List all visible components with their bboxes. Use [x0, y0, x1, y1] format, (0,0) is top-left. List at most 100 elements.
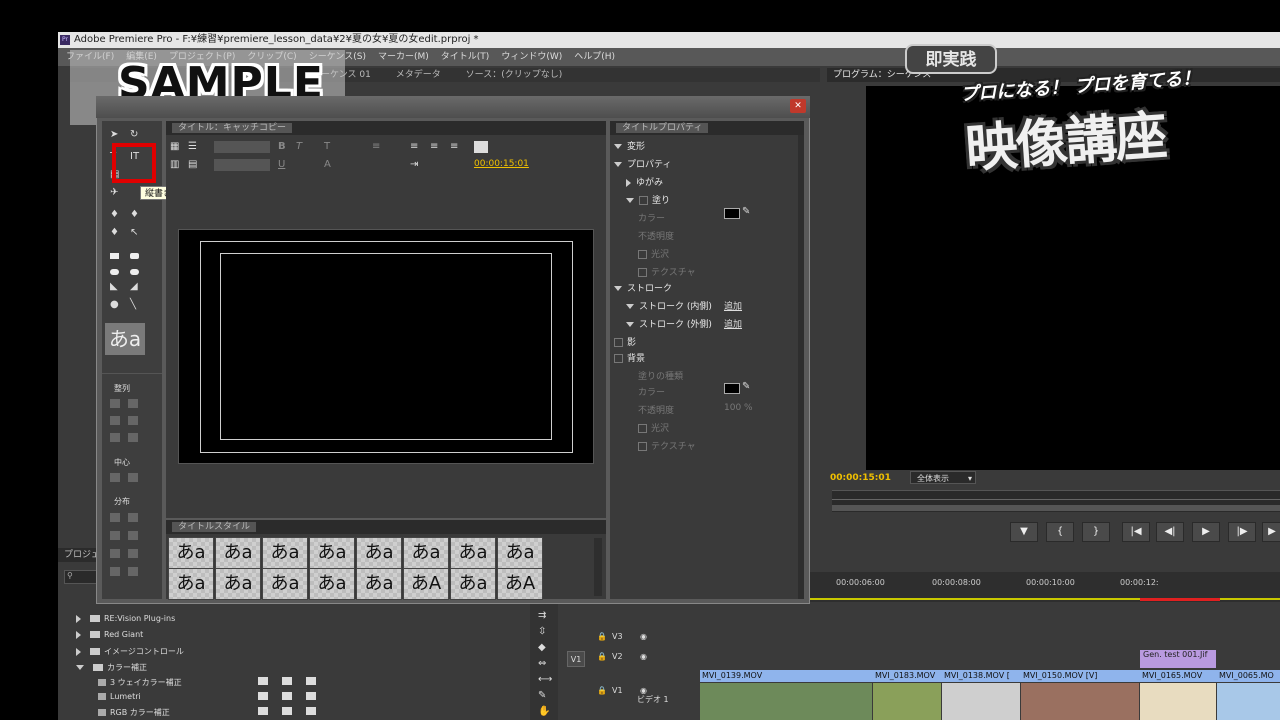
align-top-icon[interactable] [128, 399, 138, 408]
clipped-rectangle-tool-icon[interactable] [130, 253, 139, 259]
video-clip[interactable]: MVI_0150.MOV [V] [1021, 670, 1141, 682]
razor-icon[interactable]: ◆ [538, 642, 546, 653]
center-horizontal-icon[interactable] [110, 473, 120, 482]
property-row[interactable]: 不透明度 [638, 229, 674, 242]
rate-stretch-icon[interactable]: ⟷ [538, 674, 552, 685]
property-row[interactable]: カラー [638, 385, 665, 398]
expand-open-icon[interactable] [626, 198, 634, 203]
property-value[interactable]: 100 % [724, 403, 753, 413]
font-size-icon[interactable]: T [324, 141, 330, 152]
align-center-v-icon[interactable] [128, 416, 138, 425]
property-row[interactable]: 光沢 [638, 247, 669, 260]
distribute-4-icon[interactable] [128, 531, 138, 540]
title-style-swatch[interactable]: あa [356, 537, 402, 569]
pen-tool-icon[interactable]: ♦ [110, 209, 119, 220]
leading-icon[interactable]: ≡ [372, 141, 380, 152]
tab-title[interactable]: タイトル：キャッチコピー [172, 123, 293, 133]
pen-icon[interactable]: ✎ [538, 690, 546, 701]
project-item[interactable]: Lumetri [98, 692, 316, 701]
lock-icon[interactable]: 🔒 [597, 686, 607, 695]
property-checkbox[interactable] [614, 338, 623, 347]
font-style-select[interactable] [214, 159, 270, 171]
title-style-swatch[interactable]: あA [497, 568, 543, 600]
menu-item-8[interactable]: ヘルプ(H) [574, 52, 615, 62]
video-clip[interactable]: MVI_0065.MO [1217, 670, 1280, 682]
property-checkbox[interactable] [614, 354, 623, 363]
property-checkbox[interactable] [639, 196, 648, 205]
video-clip[interactable]: MVI_0183.MOV [873, 670, 943, 682]
project-item[interactable]: カラー補正 [76, 662, 147, 673]
align-left-icon[interactable] [110, 399, 120, 408]
title-style-swatch[interactable]: あa [403, 537, 449, 569]
property-row[interactable]: 不透明度 100 % [638, 403, 753, 416]
rounded-rectangle-tool-icon[interactable] [110, 269, 119, 275]
add-stroke-link[interactable]: 追加 [724, 317, 742, 330]
styles-scrollbar[interactable] [594, 538, 602, 596]
expand-closed-icon[interactable] [626, 178, 631, 187]
project-item[interactable]: イメージコントロール [76, 646, 184, 657]
italic-icon[interactable]: T [296, 141, 302, 152]
eye-icon[interactable]: ◉ [640, 652, 647, 661]
title-style-swatch[interactable]: あa [262, 537, 308, 569]
tab-source[interactable]: ソース：(クリップなし) [466, 70, 563, 80]
step-forward-icon[interactable]: |▶ [1228, 522, 1256, 542]
rectangle-tool-icon[interactable] [110, 253, 119, 259]
distribute-7-icon[interactable] [110, 567, 120, 576]
title-style-swatch[interactable]: あA [403, 568, 449, 600]
title-style-swatch[interactable]: あa [497, 537, 543, 569]
align-center-h-icon[interactable] [110, 416, 120, 425]
play-icon[interactable]: ▶ [1192, 522, 1220, 542]
convert-anchor-tool-icon[interactable]: ↖ [130, 227, 138, 238]
property-checkbox[interactable] [638, 442, 647, 451]
font-family-select[interactable] [214, 141, 270, 153]
video-clip[interactable]: MVI_0165.MOV [1140, 670, 1218, 682]
close-icon[interactable]: ✕ [790, 99, 806, 113]
add-anchor-tool-icon[interactable]: ♦ [110, 227, 119, 238]
property-row[interactable]: プロパティ [614, 157, 671, 170]
go-to-in-icon[interactable]: |◀ [1122, 522, 1150, 542]
property-row[interactable]: ストローク (内側) 追加 [626, 299, 742, 312]
distribute-5-icon[interactable] [110, 549, 120, 558]
lock-icon[interactable]: 🔒 [597, 632, 607, 641]
align-bottom-icon[interactable] [128, 433, 138, 442]
title-style-swatch[interactable]: あa [262, 568, 308, 600]
project-item[interactable]: RGB カラー補正 [98, 707, 316, 718]
property-row[interactable]: ストローク (外側) 追加 [626, 317, 742, 330]
property-checkbox[interactable] [638, 424, 647, 433]
eyedropper-icon[interactable]: ✎ [742, 206, 750, 217]
mark-out-icon[interactable]: } [1082, 522, 1110, 542]
underline-icon[interactable]: U [278, 159, 285, 170]
property-row[interactable]: テクスチャ [638, 265, 696, 278]
ripple-icon[interactable]: ⇳ [538, 626, 546, 637]
center-vertical-icon[interactable] [128, 473, 138, 482]
kerning-icon[interactable]: A [324, 159, 331, 170]
rotation-tool-icon[interactable]: ↻ [130, 129, 138, 140]
project-item[interactable]: RE:Vision Plug-ins [76, 614, 175, 623]
video-clip[interactable]: MVI_0139.MOV [700, 670, 874, 682]
expand-open-icon[interactable] [614, 286, 622, 291]
property-row[interactable]: 光沢 [638, 421, 669, 434]
project-item[interactable]: 3 ウェイカラー補正 [98, 677, 316, 688]
property-checkbox[interactable] [638, 250, 647, 259]
track-label[interactable]: V3 [612, 632, 623, 641]
eye-icon[interactable]: ◉ [640, 632, 647, 641]
project-item[interactable]: Red Giant [76, 630, 143, 639]
wedge-tool-icon[interactable]: ◣ [110, 281, 118, 292]
tab-metadata[interactable]: メタデータ [396, 70, 441, 80]
expand-closed-icon[interactable] [76, 630, 81, 639]
track-select-icon[interactable]: ⇉ [538, 610, 546, 621]
property-row[interactable]: 変形 [614, 139, 645, 152]
expand-open-icon[interactable] [626, 322, 634, 327]
mark-in-icon[interactable]: { [1046, 522, 1074, 542]
step-back-icon[interactable]: ◀| [1156, 522, 1184, 542]
title-style-swatch[interactable]: あa [309, 537, 355, 569]
expand-open-icon[interactable] [626, 304, 634, 309]
arc-tool-icon[interactable]: ◢ [130, 281, 138, 292]
path-type-tool-icon[interactable]: ✈ [110, 187, 118, 198]
title-timecode[interactable]: 00:00:15:01 [474, 159, 529, 169]
align-left-text-icon[interactable]: ≡ [410, 141, 418, 152]
bold-icon[interactable]: B [278, 141, 286, 152]
track-label[interactable]: V1 [612, 686, 623, 695]
distribute-2-icon[interactable] [128, 513, 138, 522]
ellipse-tool-icon[interactable]: ● [110, 299, 119, 310]
